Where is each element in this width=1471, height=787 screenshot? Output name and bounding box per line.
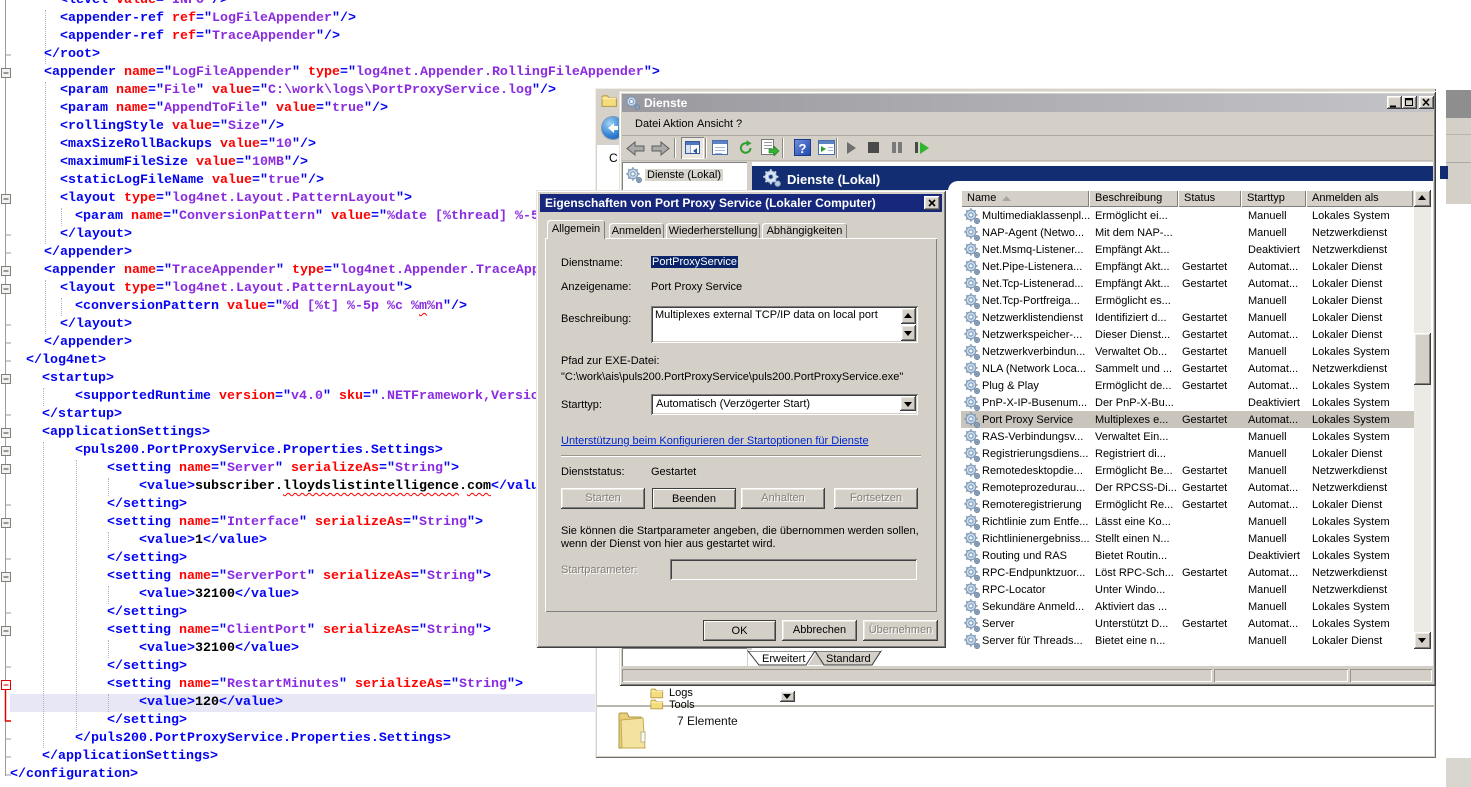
svg-text:Standard: Standard	[826, 653, 871, 665]
svg-text:Erweitert: Erweitert	[762, 653, 805, 665]
